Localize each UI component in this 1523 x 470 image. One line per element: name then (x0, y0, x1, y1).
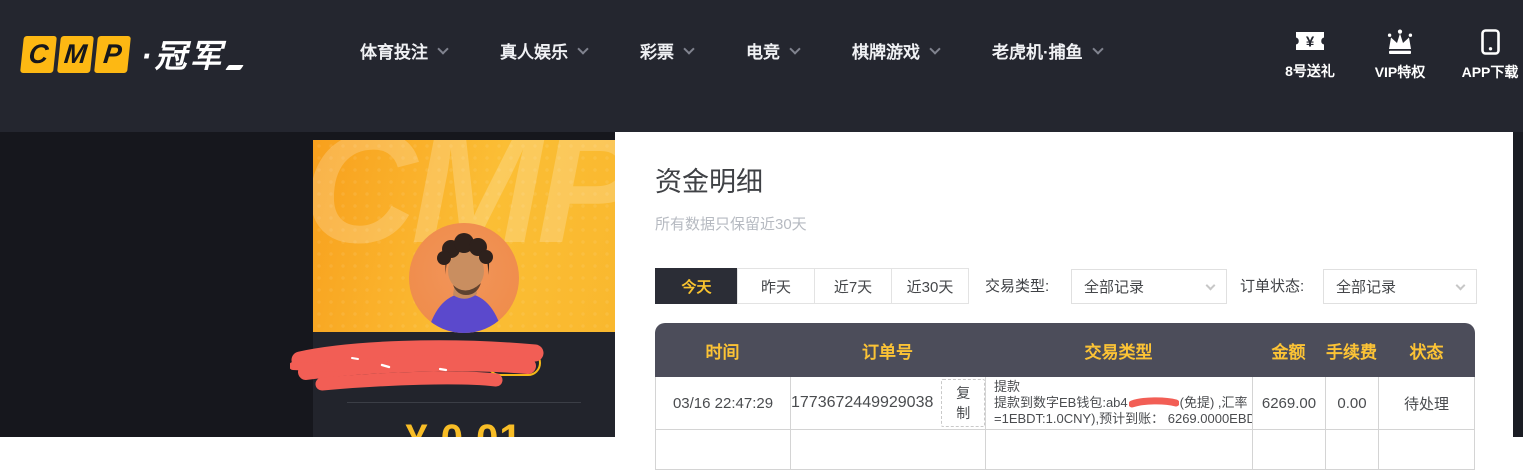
transaction-type-title: 提款 (994, 379, 1020, 395)
header-amount: 金额 (1252, 338, 1325, 363)
tab-today[interactable]: 今天 (655, 268, 738, 304)
chevron-down-icon (683, 43, 694, 54)
vip-level-badge: VIP 3 (487, 350, 541, 376)
cell-empty (790, 430, 985, 469)
chevron-down-icon (789, 43, 800, 54)
cell-empty (1325, 430, 1378, 469)
header-order-no: 订单号 (790, 338, 985, 363)
nav-item-board-games[interactable]: 棋牌游戏 (852, 38, 939, 63)
nav-item-slots-fishing[interactable]: 老虎机·捕鱼 (992, 38, 1102, 63)
navbar-quick-links: ¥ 8号送礼 VIP特权 APP下载 (1276, 29, 1523, 82)
page-subtitle: 所有数据只保留近30天 (655, 213, 807, 234)
svg-text:¥: ¥ (1306, 34, 1315, 51)
tab-last-7-days[interactable]: 近7天 (814, 268, 892, 304)
phone-icon (1479, 29, 1502, 55)
player-photo (409, 223, 519, 333)
wallet-address-prefix: 提款到数字EB钱包:ab4 (994, 395, 1128, 411)
logo-letter-box: M (57, 36, 94, 73)
quick-link-label: VIP特权 (1375, 62, 1426, 82)
table-row-partial (655, 430, 1475, 470)
account-balance: ¥ 0.01 (313, 417, 615, 437)
nav-item-live-casino[interactable]: 真人娱乐 (500, 38, 587, 63)
logo-letter-box: P (94, 36, 131, 73)
order-status-select[interactable]: 全部记录 (1323, 269, 1477, 304)
crown-icon (1384, 29, 1416, 55)
selected-value: 全部记录 (1336, 276, 1396, 297)
nav-item-label: 彩票 (640, 38, 674, 63)
chevron-down-icon (1456, 281, 1466, 291)
quick-link-vip[interactable]: VIP特权 (1366, 29, 1434, 82)
header-transaction-type: 交易类型 (985, 338, 1252, 363)
tab-last-30-days[interactable]: 近30天 (891, 268, 969, 304)
quick-link-label: APP下载 (1462, 62, 1519, 82)
wallet-address-suffix: (免提) ,汇率 (1180, 395, 1248, 411)
cell-fee: 0.00 (1325, 377, 1378, 429)
chevron-down-icon (577, 43, 588, 54)
logo-letter-box: C (20, 36, 57, 73)
transaction-detail-line: =1EBDT:1.0CNY),预计到账： 6269.0000EBDT (994, 411, 1252, 427)
nav-item-label: 体育投注 (360, 38, 428, 63)
header-status: 状态 (1378, 338, 1475, 363)
chevron-down-icon (1206, 281, 1216, 291)
chevron-down-icon (929, 43, 940, 54)
header-fee: 手续费 (1325, 338, 1378, 363)
header-time: 时间 (655, 338, 790, 363)
chevron-down-icon (437, 43, 448, 54)
order-number: 1773672449929038 (791, 394, 933, 412)
page-title: 资金明细 (655, 160, 763, 199)
redaction-scribble-inline (1129, 397, 1179, 409)
selected-value: 全部记录 (1084, 276, 1144, 297)
cell-amount: 6269.00 (1252, 377, 1325, 429)
filter-controls: 今天 昨天 近7天 近30天 交易类型: 全部记录 订单状态: 全部记录 (655, 268, 1515, 305)
fund-details-table: 时间 订单号 交易类型 金额 手续费 状态 03/16 22:47:29 177… (655, 323, 1475, 470)
tab-yesterday[interactable]: 昨天 (737, 268, 815, 304)
nav-item-label: 棋牌游戏 (852, 38, 920, 63)
cell-empty (1378, 430, 1475, 469)
order-status-label: 订单状态: (1240, 268, 1304, 305)
chevron-down-icon (1092, 43, 1103, 54)
transaction-type-label: 交易类型: (985, 268, 1049, 305)
avatar[interactable] (409, 223, 519, 333)
date-range-tabs: 今天 昨天 近7天 近30天 (655, 268, 969, 304)
copy-button[interactable]: 复制 (941, 379, 985, 427)
nav-item-sports[interactable]: 体育投注 (360, 38, 447, 63)
quick-link-app-download[interactable]: APP下载 (1456, 29, 1523, 82)
logo-text: ·冠军 (141, 31, 225, 77)
cell-order-no: 1773672449929038 复制 (790, 377, 985, 429)
gift-ticket-icon: ¥ (1293, 29, 1327, 54)
site-logo[interactable]: C M P ·冠军 (22, 31, 242, 77)
nav-item-label: 真人娱乐 (500, 38, 568, 63)
table-row: 03/16 22:47:29 1773672449929038 复制 提款 提款… (655, 377, 1475, 430)
nav-item-label: 电竞 (746, 38, 780, 63)
profile-card: CMP VIP 3 ¥ 0.01 (313, 140, 615, 437)
top-navbar: C M P ·冠军 体育投注 真人娱乐 彩票 电竞 棋牌游戏 老虎机·捕鱼 (0, 0, 1523, 132)
cell-status: 待处理 (1378, 377, 1475, 429)
logo-swoosh-decoration (225, 65, 244, 70)
transaction-detail-line: 提款到数字EB钱包:ab4 (免提) ,汇率 (994, 395, 1248, 411)
fund-details-panel: 资金明细 所有数据只保留近30天 今天 昨天 近7天 近30天 交易类型: 全部… (615, 132, 1513, 437)
cell-empty (1252, 430, 1325, 469)
main-nav-menu: 体育投注 真人娱乐 彩票 电竞 棋牌游戏 老虎机·捕鱼 (360, 38, 1102, 63)
cell-time: 03/16 22:47:29 (655, 377, 790, 429)
quick-link-gift[interactable]: ¥ 8号送礼 (1276, 29, 1344, 82)
table-header: 时间 订单号 交易类型 金额 手续费 状态 (655, 323, 1475, 377)
cell-empty (655, 430, 790, 469)
transaction-type-select[interactable]: 全部记录 (1071, 269, 1227, 304)
cell-transaction-type: 提款 提款到数字EB钱包:ab4 (免提) ,汇率 =1EBDT:1.0CNY)… (985, 377, 1252, 429)
nav-item-label: 老虎机·捕鱼 (992, 38, 1083, 63)
divider (347, 402, 581, 403)
nav-item-esports[interactable]: 电竞 (746, 38, 799, 63)
quick-link-label: 8号送礼 (1285, 61, 1335, 81)
cell-empty (985, 430, 1252, 469)
nav-item-lottery[interactable]: 彩票 (640, 38, 693, 63)
